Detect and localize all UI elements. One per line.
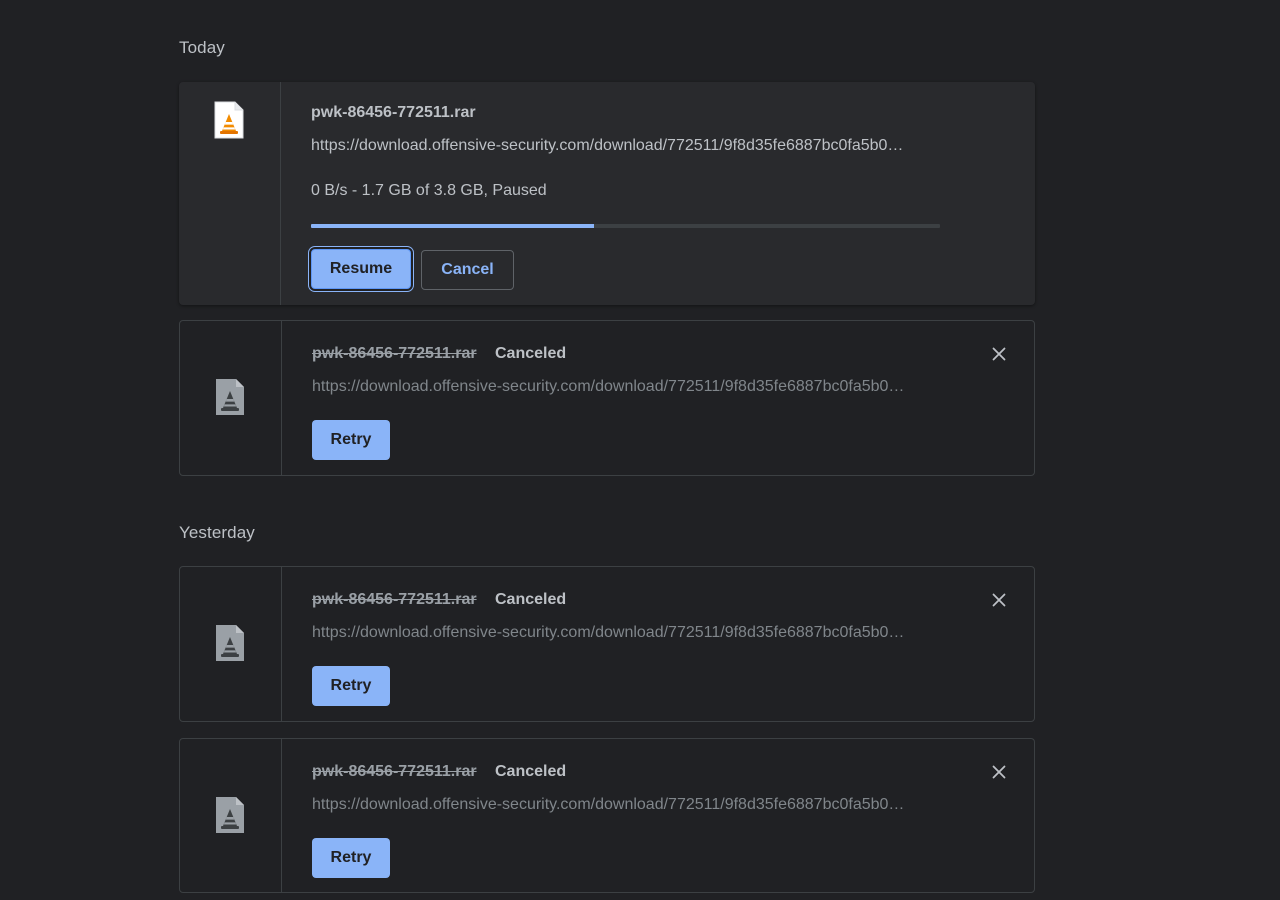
download-item-canceled: pwk-86456-772511.rar Canceled https://do… — [179, 320, 1035, 476]
remove-item-button[interactable] — [986, 587, 1012, 613]
canceled-status-tag: Canceled — [495, 591, 567, 608]
download-details: pwk-86456-772511.rar Canceled https://do… — [312, 567, 1034, 721]
file-name-struck: pwk-86456-772511.rar — [312, 345, 477, 362]
progress-bar-fill — [311, 224, 595, 228]
download-details: pwk-86456-772511.rar Canceled https://do… — [312, 321, 1034, 475]
progress-bar — [311, 224, 940, 228]
downloads-page: Today pwk-86456-772511.rar https://downl… — [0, 0, 1280, 900]
remove-item-button[interactable] — [986, 341, 1012, 367]
download-details: pwk-86456-772511.rar https://download.of… — [311, 82, 1035, 305]
date-header-today: Today — [179, 38, 225, 57]
file-icon-column — [179, 82, 281, 305]
file-icon-column — [180, 567, 282, 721]
vlc-file-icon-grey[interactable] — [215, 624, 245, 662]
canceled-status-tag: Canceled — [495, 345, 567, 362]
file-name-struck: pwk-86456-772511.rar — [312, 763, 477, 780]
download-details: pwk-86456-772511.rar Canceled https://do… — [312, 739, 1034, 892]
vlc-file-icon-grey[interactable] — [215, 796, 245, 834]
download-url[interactable]: https://download.offensive-security.com/… — [312, 624, 935, 642]
retry-button[interactable]: Retry — [312, 666, 390, 706]
file-icon-column — [180, 739, 282, 892]
vlc-file-icon[interactable] — [214, 101, 244, 139]
file-name-struck: pwk-86456-772511.rar — [312, 591, 477, 608]
canceled-status-tag: Canceled — [495, 763, 567, 780]
close-icon — [992, 593, 1006, 607]
file-name-link[interactable]: pwk-86456-772511.rar — [311, 104, 476, 122]
download-url[interactable]: https://download.offensive-security.com/… — [312, 378, 935, 396]
remove-item-button[interactable] — [986, 759, 1012, 785]
download-item-paused: pwk-86456-772511.rar https://download.of… — [179, 82, 1035, 305]
cancel-button[interactable]: Cancel — [421, 250, 514, 290]
download-url[interactable]: https://download.offensive-security.com/… — [311, 137, 934, 155]
vlc-file-icon-grey[interactable] — [215, 378, 245, 416]
retry-button[interactable]: Retry — [312, 420, 390, 460]
download-item-canceled: pwk-86456-772511.rar Canceled https://do… — [179, 738, 1035, 893]
date-header-yesterday: Yesterday — [179, 523, 255, 542]
download-url[interactable]: https://download.offensive-security.com/… — [312, 796, 935, 814]
retry-button[interactable]: Retry — [312, 838, 390, 878]
file-icon-column — [180, 321, 282, 475]
download-item-canceled: pwk-86456-772511.rar Canceled https://do… — [179, 566, 1035, 722]
resume-button[interactable]: Resume — [311, 249, 411, 289]
close-icon — [992, 347, 1006, 361]
download-status: 0 B/s - 1.7 GB of 3.8 GB, Paused — [311, 182, 547, 199]
close-icon — [992, 765, 1006, 779]
